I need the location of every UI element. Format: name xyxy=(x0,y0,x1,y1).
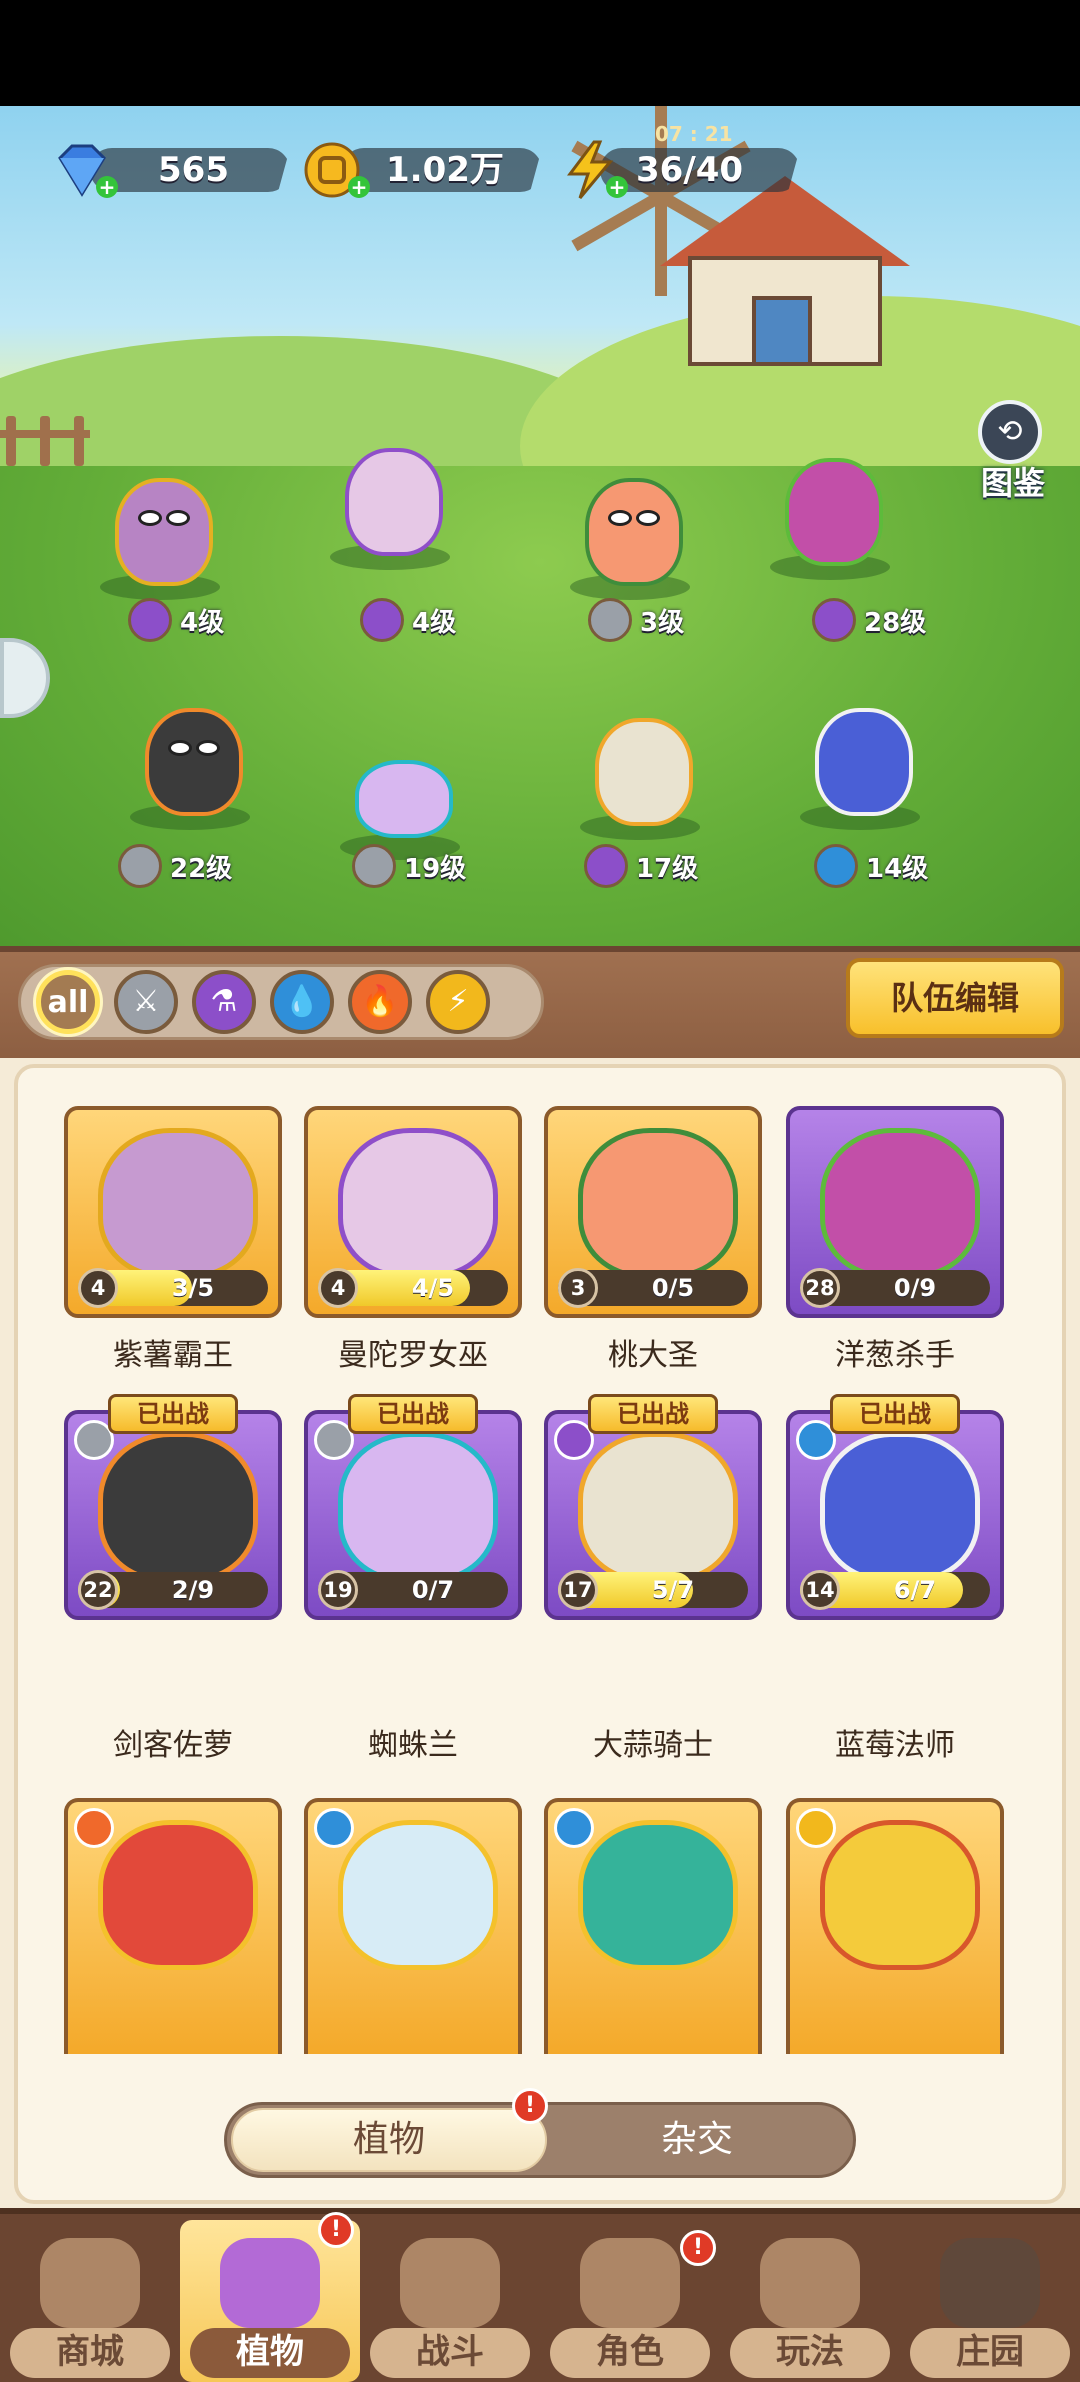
filter-potion[interactable]: ⚗ xyxy=(192,970,256,1034)
plant-card[interactable]: 14 6/7 xyxy=(786,1410,1004,1620)
plant-card[interactable] xyxy=(544,1798,762,2054)
energy-counter[interactable]: + 36/40 xyxy=(560,140,800,199)
sword-icon xyxy=(352,844,396,888)
nav-shop[interactable]: 商城 xyxy=(0,2220,180,2382)
field-hero[interactable] xyxy=(330,730,470,860)
card-name: 剑客佐萝 xyxy=(113,1728,233,1763)
filter-water[interactable]: 💧 xyxy=(270,970,334,1034)
water-icon xyxy=(554,1808,594,1848)
plant-card[interactable]: 4 3/5 xyxy=(64,1106,282,1318)
deployed-badge: 已出战 xyxy=(830,1394,960,1434)
potion-icon xyxy=(812,598,856,642)
card-name: 紫薯霸王 xyxy=(113,1338,233,1373)
plants-icon xyxy=(220,2238,320,2328)
plant-card[interactable]: 28 0/9 xyxy=(786,1106,1004,1318)
plant-card[interactable]: 17 5/7 xyxy=(544,1410,762,1620)
fence xyxy=(0,416,90,466)
filter-sword[interactable]: ⚔ xyxy=(114,970,178,1034)
deployed-badge: 已出战 xyxy=(108,1394,238,1434)
gems-counter[interactable]: + 565 xyxy=(50,140,290,198)
field-hero[interactable] xyxy=(570,710,710,840)
gameplay-icon xyxy=(760,2238,860,2328)
add-gems-icon[interactable]: + xyxy=(96,176,118,198)
atlas-icon: ⟲ xyxy=(978,400,1042,464)
plant-card[interactable] xyxy=(786,1798,1004,2054)
filter-all[interactable]: all xyxy=(36,970,100,1034)
character-icon xyxy=(580,2238,680,2328)
sword-icon: ⚔ xyxy=(132,984,160,1019)
field-hero[interactable] xyxy=(320,440,460,570)
potion-icon xyxy=(584,844,628,888)
manor-lock-icon xyxy=(940,2238,1040,2328)
field-hero[interactable] xyxy=(120,700,260,830)
shop-icon xyxy=(40,2238,140,2328)
filter-fire[interactable]: 🔥 xyxy=(348,970,412,1034)
gems-value: 565 xyxy=(158,150,229,190)
field-hero[interactable] xyxy=(90,470,230,600)
potion-icon xyxy=(360,598,404,642)
nav-gameplay[interactable]: 玩法 xyxy=(720,2220,900,2382)
plant-card[interactable]: 19 0/7 xyxy=(304,1410,522,1620)
team-edit-button[interactable]: 队伍编辑 xyxy=(846,958,1064,1038)
water-icon xyxy=(814,844,858,888)
field-hero[interactable] xyxy=(560,470,700,600)
atlas-button[interactable]: ⟲ 图鉴 xyxy=(968,400,1058,502)
coins-counter[interactable]: + 1.02万 xyxy=(302,140,542,198)
add-energy-icon[interactable]: + xyxy=(606,176,628,198)
card-name: 桃大圣 xyxy=(608,1338,698,1373)
plant-card[interactable]: 22 2/9 xyxy=(64,1410,282,1620)
plant-card[interactable] xyxy=(64,1798,282,2054)
sword-icon xyxy=(588,598,632,642)
filter-lightning[interactable]: ⚡ xyxy=(426,970,490,1034)
atlas-label: 图鉴 xyxy=(980,464,1045,502)
card-name: 蜘蛛兰 xyxy=(368,1728,458,1763)
status-bar xyxy=(0,0,1080,106)
lightning-icon: ⚡ xyxy=(447,984,469,1019)
alert-icon: ! xyxy=(512,2088,548,2124)
plant-card[interactable] xyxy=(304,1798,522,2054)
card-name: 蓝莓法师 xyxy=(835,1728,955,1763)
card-name: 洋葱杀手 xyxy=(835,1338,955,1373)
card-name: 曼陀罗女巫 xyxy=(338,1338,488,1373)
sword-icon xyxy=(118,844,162,888)
fire-icon: 🔥 xyxy=(361,984,399,1019)
coins-value: 1.02万 xyxy=(386,150,504,190)
deployed-badge: 已出战 xyxy=(588,1394,718,1434)
potion-icon xyxy=(128,598,172,642)
deployed-badge: 已出战 xyxy=(348,1394,478,1434)
lightning-icon xyxy=(796,1808,836,1848)
energy-value: 36/40 xyxy=(636,150,744,190)
field-hero[interactable] xyxy=(760,450,900,580)
energy-timer: 07 : 21 xyxy=(655,122,733,146)
alert-icon: ! xyxy=(318,2212,354,2248)
plant-card[interactable]: 4 4/5 xyxy=(304,1106,522,1318)
plant-card[interactable]: 3 0/5 xyxy=(544,1106,762,1318)
fire-icon xyxy=(74,1808,114,1848)
field-hero[interactable] xyxy=(790,700,930,830)
tab-hybrid[interactable]: 杂交 xyxy=(547,2108,847,2172)
card-name: 大蒜骑士 xyxy=(593,1728,713,1763)
battle-icon xyxy=(400,2238,500,2328)
nav-manor[interactable]: 庄园 xyxy=(900,2220,1080,2382)
nav-battle[interactable]: 战斗 xyxy=(360,2220,540,2382)
tab-plants[interactable]: 植物 xyxy=(231,2108,547,2172)
water-icon xyxy=(314,1808,354,1848)
add-coins-icon[interactable]: + xyxy=(348,176,370,198)
water-icon: 💧 xyxy=(283,984,321,1019)
alert-icon: ! xyxy=(680,2230,716,2266)
potion-icon: ⚗ xyxy=(210,984,238,1019)
